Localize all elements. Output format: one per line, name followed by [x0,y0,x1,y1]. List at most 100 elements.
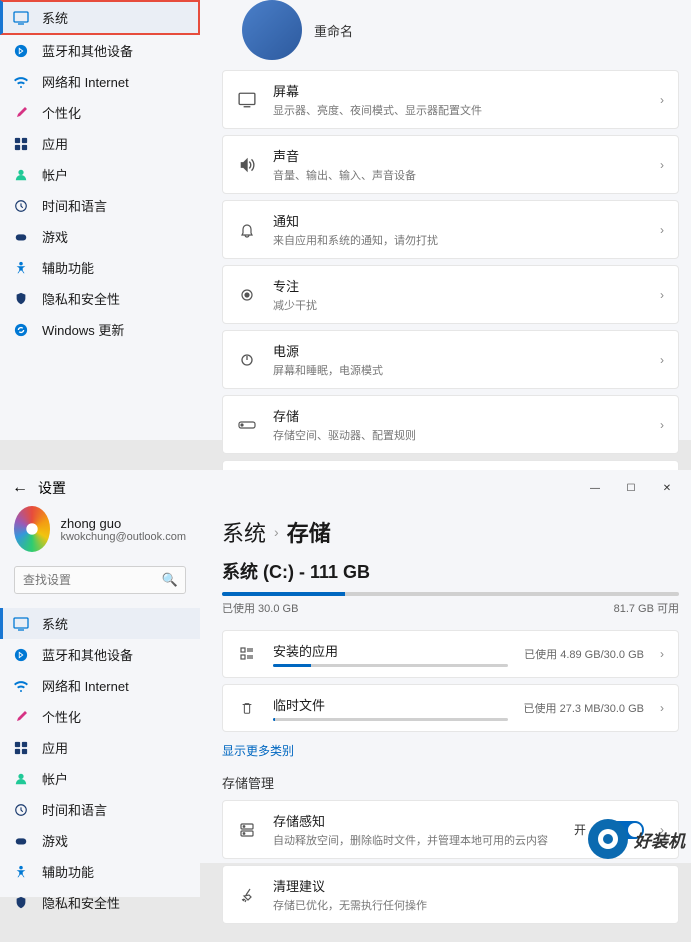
minimize-button[interactable]: — [579,476,611,500]
sidebar-item-personalization[interactable]: 个性化 [0,97,200,128]
chevron-right-icon: › [274,524,279,540]
card-sub: 存储已优化，无需执行任何操作 [273,897,664,913]
sidebar-item-label: 个性化 [42,103,81,122]
sidebar-item-time-language[interactable]: 时间和语言 [0,794,200,825]
power-icon [237,350,257,370]
accessibility-icon [12,863,30,881]
update-icon [12,321,30,339]
card-title: 电源 [273,341,644,360]
sound-icon [237,155,257,175]
maximize-button[interactable]: ☐ [615,476,647,500]
sidebar-item-apps[interactable]: 应用 [0,732,200,763]
profile-avatar [14,506,50,552]
card-power[interactable]: 电源 屏幕和睡眠，电源模式 › [222,330,679,389]
storage-item-apps[interactable]: 安装的应用 已使用 4.89 GB/30.0 GB › [222,630,679,678]
watermark: 好装机 [588,819,685,859]
drive-used: 已使用 30.0 GB [222,600,298,616]
sidebar-item-gaming[interactable]: 游戏 [0,825,200,856]
search-input[interactable] [14,566,186,594]
sidebar-item-label: 隐私和安全性 [42,289,120,308]
sidebar-item-label: 网络和 Internet [42,676,129,695]
monitor-icon [12,9,30,27]
card-title: 声音 [273,146,644,165]
storage-title: 临时文件 [273,695,508,714]
focus-icon [237,285,257,305]
sidebar-item-accounts[interactable]: 帐户 [0,159,200,190]
breadcrumb: 系统 › 存储 [222,510,679,558]
sidebar-item-label: 个性化 [42,707,81,726]
card-sound[interactable]: 声音 音量、输出、输入、声音设备 › [222,135,679,194]
sidebar-item-system[interactable]: 系统 [0,608,200,639]
profile-block[interactable]: zhong guo kwokchung@outlook.com [0,504,200,566]
sidebar-item-network[interactable]: 网络和 Internet [0,670,200,701]
sidebar-item-privacy[interactable]: 隐私和安全性 [0,887,200,918]
sidebar-item-system[interactable]: 系统 [0,0,200,35]
sidebar-item-accessibility[interactable]: 辅助功能 [0,252,200,283]
sidebar-item-network[interactable]: 网络和 Internet [0,66,200,97]
sidebar-item-label: 网络和 Internet [42,72,129,91]
sidebar-item-label: 辅助功能 [42,862,94,881]
shield-icon [12,894,30,912]
wifi-icon [12,73,30,91]
game-icon [12,832,30,850]
wifi-icon [12,677,30,695]
section-title: 存储管理 [222,773,679,792]
card-sub: 自动释放空间，删除临时文件，并管理本地可用的云内容 [273,832,558,848]
sidebar-item-bluetooth[interactable]: 蓝牙和其他设备 [0,639,200,670]
card-storage[interactable]: 存储 存储空间、驱动器、配置规则 › [222,395,679,454]
storage-item-temp[interactable]: 临时文件 已使用 27.3 MB/30.0 GB › [222,684,679,732]
sidebar-item-label: Windows 更新 [42,320,124,339]
clock-icon [12,197,30,215]
drive-title: 系统 (C:) - 111 GB [222,558,679,584]
back-button[interactable]: ← [12,479,28,497]
close-button[interactable]: ✕ [651,476,683,500]
sidebar-item-accessibility[interactable]: 辅助功能 [0,856,200,887]
sidebar-item-time-language[interactable]: 时间和语言 [0,190,200,221]
sidebar-item-accounts[interactable]: 帐户 [0,763,200,794]
shield-icon [12,290,30,308]
sidebar-item-gaming[interactable]: 游戏 [0,221,200,252]
watermark-text: 好装机 [634,827,685,852]
chevron-right-icon: › [660,158,664,172]
card-cleanup[interactable]: 清理建议 存储已优化，无需执行任何操作 [222,865,679,924]
card-title: 存储 [273,406,644,425]
apps-list-icon [237,644,257,664]
chevron-right-icon: › [660,701,664,715]
watermark-logo [588,819,628,859]
sidebar-item-label: 应用 [42,134,68,153]
search-icon: 🔍 [162,572,178,588]
sidebar-item-privacy[interactable]: 隐私和安全性 [0,283,200,314]
sidebar-item-label: 应用 [42,738,68,757]
sidebar-item-label: 辅助功能 [42,258,94,277]
person-icon [12,770,30,788]
show-more-link[interactable]: 显示更多类别 [222,738,679,773]
sidebar-item-label: 蓝牙和其他设备 [42,41,133,60]
sidebar-item-label: 游戏 [42,831,68,850]
monitor-icon [12,615,30,633]
apps-icon [12,135,30,153]
card-focus[interactable]: 专注 减少干扰 › [222,265,679,324]
breadcrumb-root[interactable]: 系统 [222,516,266,548]
card-notifications[interactable]: 通知 来自应用和系统的通知，请勿打扰 › [222,200,679,259]
sidebar-item-personalization[interactable]: 个性化 [0,701,200,732]
rename-link[interactable]: 重命名 [314,21,353,40]
chevron-right-icon: › [660,288,664,302]
trash-icon [237,698,257,718]
profile-name: zhong guo [60,516,186,531]
storage-icon [237,415,257,435]
card-display[interactable]: 屏幕 显示器、亮度、夜间模式、显示器配置文件 › [222,70,679,129]
profile-email: kwokchung@outlook.com [60,531,186,543]
chevron-right-icon: › [660,93,664,107]
user-avatar [242,0,302,60]
sidebar-item-label: 帐户 [42,165,68,184]
sidebar-item-label: 游戏 [42,227,68,246]
sidebar-item-apps[interactable]: 应用 [0,128,200,159]
sidebar-item-bluetooth[interactable]: 蓝牙和其他设备 [0,35,200,66]
card-sub: 存储空间、驱动器、配置规则 [273,427,644,443]
sidebar-item-label: 时间和语言 [42,196,107,215]
sidebar-item-label: 系统 [42,8,68,27]
monitor-icon [237,90,257,110]
sidebar-item-windows-update[interactable]: Windows 更新 [0,314,200,345]
storage-title: 安装的应用 [273,641,508,660]
clock-icon [12,801,30,819]
